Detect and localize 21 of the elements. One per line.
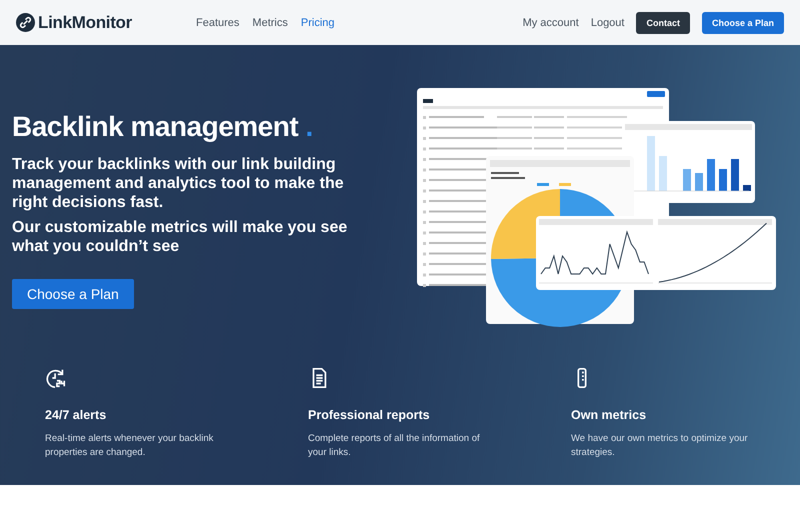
nav-link[interactable]: Pricing	[300, 16, 334, 28]
feature-text: We have our own metrics to optimize your strategies.	[571, 432, 749, 460]
link-logo-icon	[16, 13, 35, 32]
feature-title: Own metrics	[571, 408, 648, 422]
clock-24-icon	[45, 367, 67, 389]
account-link[interactable]: My account	[522, 16, 579, 28]
feature-text: Real-time alerts whenever your backlink properties are changed.	[45, 432, 214, 460]
hero-tagline: Our customizable metrics will make you see what you couldn’t see	[12, 218, 348, 256]
nav-link[interactable]: Features	[196, 16, 240, 28]
logo-text[interactable]: LinkMonitor	[38, 12, 132, 32]
plan-button[interactable]: Choose a Plan	[702, 12, 784, 34]
feature-title: Professional reports	[308, 408, 431, 422]
contact-button[interactable]: Contact	[636, 12, 690, 34]
hero-subtitle: Track your backlinks with our link building management and analytics tool to make the right decisions fast.	[12, 155, 345, 212]
nav-link[interactable]: Metrics	[252, 16, 288, 28]
account-link[interactable]: Logout	[590, 16, 624, 28]
hero-title: Backlink management	[12, 111, 298, 142]
title-accent: .	[305, 111, 313, 142]
choose-plan-button[interactable]: Choose a Plan	[12, 279, 134, 309]
feature-text: Complete reports of all the information of your links.	[308, 432, 481, 460]
feature-title: 24/7 alerts	[45, 408, 108, 422]
